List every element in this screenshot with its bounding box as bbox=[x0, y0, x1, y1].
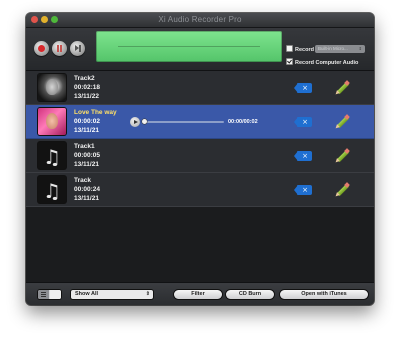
track-duration: 00:00:24 bbox=[74, 186, 101, 193]
title-bar: Xi Audio Recorder Pro bbox=[26, 13, 374, 28]
level-meter bbox=[96, 31, 282, 62]
pause-button[interactable] bbox=[52, 41, 67, 56]
select-arrows-icon: ⇕ bbox=[358, 46, 362, 51]
record-option-label: Record bbox=[295, 46, 314, 53]
playback-time: 00:00/00:02 bbox=[228, 119, 258, 125]
track-duration: 00:02:18 bbox=[74, 84, 101, 91]
list-view-icon bbox=[41, 292, 46, 293]
track-artwork bbox=[38, 74, 66, 101]
track-artwork bbox=[38, 108, 66, 135]
record-button[interactable] bbox=[34, 41, 49, 56]
playback-slider[interactable] bbox=[144, 121, 224, 123]
music-note-icon: ♫ bbox=[43, 145, 61, 169]
track-row-selected[interactable]: Love The way 00:00:02 13/11/21 00:00/00:… bbox=[26, 105, 374, 139]
track-date: 13/11/21 bbox=[74, 161, 99, 168]
empty-list-area bbox=[26, 207, 374, 282]
delete-tag-button[interactable]: × bbox=[294, 185, 312, 195]
skip-next-button[interactable] bbox=[70, 41, 85, 56]
open-with-itunes-button[interactable]: Open with iTunes bbox=[280, 290, 368, 299]
record-computer-audio-checkbox[interactable] bbox=[286, 58, 293, 65]
record-option[interactable]: Record bbox=[286, 45, 314, 53]
delete-tag-button[interactable]: × bbox=[294, 83, 312, 93]
track-name: Track1 bbox=[74, 143, 95, 150]
delete-tag-button[interactable]: × bbox=[294, 117, 312, 127]
app-window: Xi Audio Recorder Pro Record Built-in Mi… bbox=[26, 13, 374, 305]
record-icon bbox=[38, 45, 45, 52]
select-arrows-icon: ⇕ bbox=[145, 291, 150, 297]
cd-burn-button[interactable]: CD Burn bbox=[226, 290, 274, 299]
track-name: Love The way bbox=[74, 109, 117, 116]
toolbar: Record Built-in Micro... ⇕ Record Comput… bbox=[26, 28, 374, 71]
filter-select-value: Show All bbox=[75, 291, 99, 297]
track-row[interactable]: ♫ Track1 00:00:05 13/11/21 × bbox=[26, 139, 374, 173]
track-row[interactable]: Track2 00:02:18 13/11/22 × bbox=[26, 71, 374, 105]
inline-player: 00:00/00:02 bbox=[130, 117, 265, 127]
delete-tag-icon: × bbox=[302, 186, 308, 194]
edit-track-button[interactable] bbox=[334, 114, 350, 130]
track-name: Track2 bbox=[74, 75, 95, 82]
view-toggle[interactable] bbox=[38, 290, 61, 299]
delete-tag-icon: × bbox=[302, 118, 308, 126]
filter-button[interactable]: Filter bbox=[174, 290, 222, 299]
track-date: 13/11/21 bbox=[74, 127, 99, 134]
track-duration: 00:00:02 bbox=[74, 118, 101, 125]
edit-track-button[interactable] bbox=[334, 80, 350, 96]
track-date: 13/11/21 bbox=[74, 195, 99, 202]
delete-tag-button[interactable]: × bbox=[294, 151, 312, 161]
track-artwork: ♫ bbox=[38, 142, 66, 169]
track-row[interactable]: ♫ Track 00:00:24 13/11/21 × bbox=[26, 173, 374, 207]
level-meter-line bbox=[118, 46, 260, 47]
track-name: Track bbox=[74, 177, 91, 184]
record-checkbox[interactable] bbox=[286, 45, 293, 52]
record-source-value: Built-in Micro... bbox=[318, 46, 348, 51]
grid-view-icon[interactable] bbox=[50, 290, 61, 299]
record-computer-audio-option[interactable]: Record Computer Audio bbox=[286, 58, 359, 66]
window-title: Xi Audio Recorder Pro bbox=[158, 15, 242, 24]
record-source-select[interactable]: Built-in Micro... ⇕ bbox=[315, 45, 365, 53]
track-list: Track2 00:02:18 13/11/22 × Love The way … bbox=[26, 71, 374, 207]
filter-select[interactable]: Show All ⇕ bbox=[71, 290, 153, 299]
delete-tag-icon: × bbox=[302, 152, 308, 160]
edit-track-button[interactable] bbox=[334, 182, 350, 198]
track-duration: 00:00:05 bbox=[74, 152, 101, 159]
track-date: 13/11/22 bbox=[74, 93, 99, 100]
delete-tag-icon: × bbox=[302, 84, 308, 92]
playback-slider-knob[interactable] bbox=[142, 119, 147, 124]
pause-icon bbox=[57, 45, 59, 52]
music-note-icon: ♫ bbox=[43, 179, 61, 203]
edit-track-button[interactable] bbox=[334, 148, 350, 164]
play-button[interactable] bbox=[130, 117, 140, 127]
bottom-bar: Show All ⇕ Filter CD Burn Open with iTun… bbox=[26, 282, 374, 305]
record-computer-audio-label: Record Computer Audio bbox=[295, 59, 359, 66]
track-artwork: ♫ bbox=[38, 176, 66, 203]
